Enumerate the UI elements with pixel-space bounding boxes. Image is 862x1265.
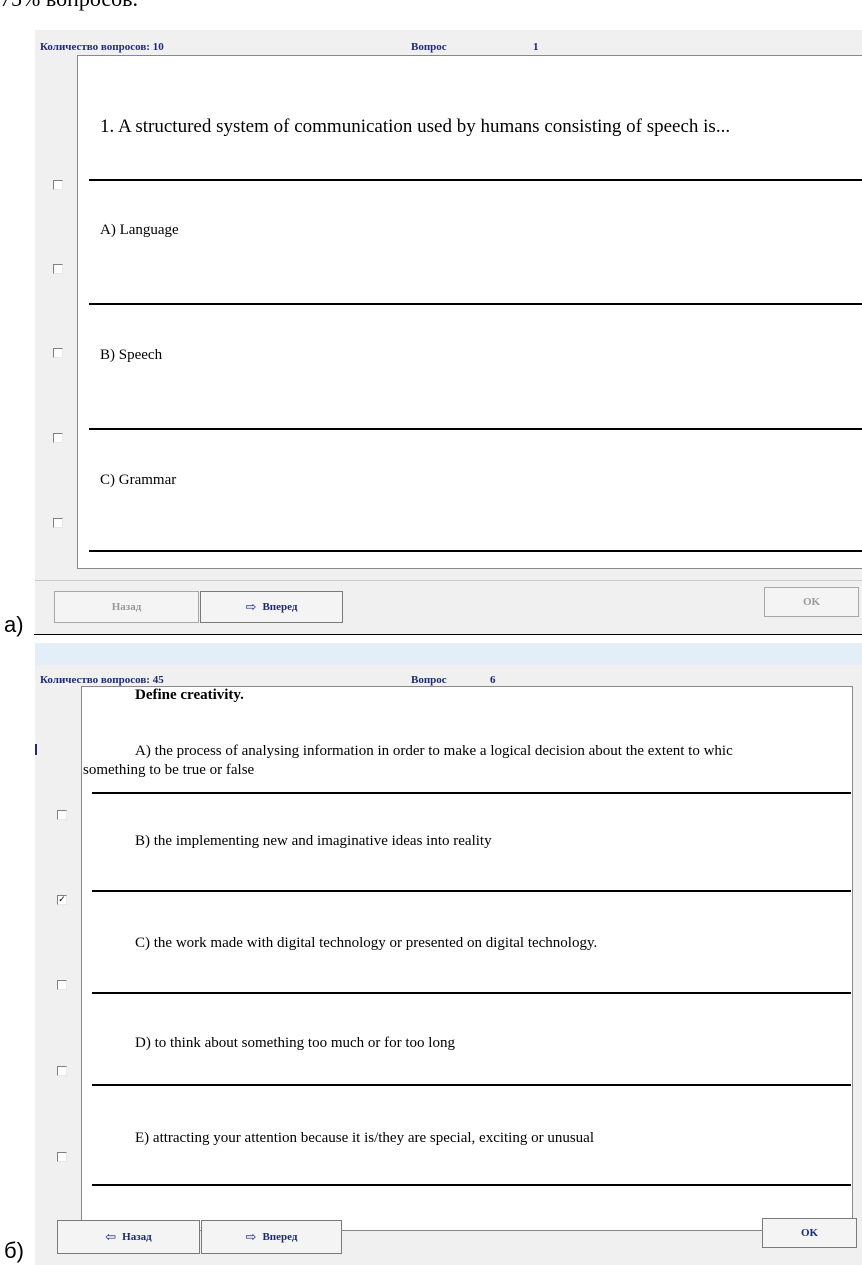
next-button[interactable]: ⇨ Вперед: [201, 1220, 342, 1254]
ok-button[interactable]: OK: [762, 1218, 857, 1248]
answer-checkbox[interactable]: [57, 980, 67, 990]
divider: [92, 792, 851, 794]
divider: [89, 550, 862, 552]
window-title-strip: [35, 643, 862, 665]
back-button-label: Назад: [111, 601, 142, 613]
question-text: 1. A structured system of communication …: [100, 116, 731, 137]
question-number: 1: [533, 41, 539, 53]
answer-option-c: C) the work made with digital technology…: [135, 935, 598, 951]
divider: [89, 428, 862, 430]
answer-checkbox[interactable]: [53, 180, 63, 190]
question-label: Вопрос: [411, 41, 447, 53]
figure-underline: [34, 634, 862, 635]
answer-option-a-line1: A) the process of analysing information …: [135, 743, 733, 759]
question-number: 6: [490, 674, 496, 686]
answer-checkbox[interactable]: [57, 810, 67, 820]
answer-checkbox[interactable]: [57, 1152, 67, 1162]
back-button[interactable]: ⇦ Назад: [57, 1220, 200, 1254]
next-button-label: Вперед: [262, 601, 298, 613]
next-button[interactable]: ⇨ Вперед: [200, 591, 343, 623]
button-bar-divider: [35, 580, 862, 581]
back-button-label: Назад: [122, 1231, 152, 1243]
answer-checkbox[interactable]: [53, 433, 63, 443]
answer-checkbox[interactable]: [53, 264, 63, 274]
answer-option-d: D) to think about something too much or …: [135, 1035, 455, 1051]
checkmark-icon: ✓: [58, 895, 66, 905]
answer-option-b: B) the implementing new and imaginative …: [135, 833, 492, 849]
question-count-label: Количество вопросов: 10: [40, 41, 164, 53]
divider: [92, 992, 851, 994]
left-arrow-icon: ⇦: [105, 1229, 117, 1245]
next-button-label: Вперед: [262, 1231, 298, 1243]
divider: [89, 303, 862, 305]
answer-checkbox-checked[interactable]: ✓: [57, 895, 67, 905]
figure-label-a: а): [4, 612, 24, 637]
back-button[interactable]: Назад: [54, 591, 199, 623]
right-arrow-icon: ⇨: [245, 599, 257, 615]
answer-option-a-line2: something to be true or false: [83, 762, 255, 778]
ok-button-label: OK: [800, 1227, 819, 1239]
page-caption-top: 75% вопросов.: [0, 0, 138, 12]
question-count-label: Количество вопросов: 45: [40, 674, 164, 686]
answer-option-a: A) Language: [100, 222, 179, 238]
ok-button[interactable]: OK: [764, 587, 859, 617]
divider: [92, 1184, 851, 1186]
answer-option-c: C) Grammar: [100, 472, 177, 488]
answer-checkbox[interactable]: [53, 518, 63, 528]
answer-checkbox[interactable]: [57, 1066, 67, 1076]
question-text: Define creativity.: [135, 687, 244, 703]
answer-option-b: B) Speech: [100, 347, 163, 363]
divider: [92, 1084, 851, 1086]
right-arrow-icon: ⇨: [245, 1229, 257, 1245]
divider: [89, 179, 862, 181]
answer-option-e: E) attracting your attention because it …: [135, 1130, 595, 1146]
divider: [92, 890, 851, 892]
question-label: Вопрос: [411, 674, 447, 686]
figure-label-b: б): [4, 1238, 24, 1263]
ok-button-label: OK: [802, 596, 821, 608]
side-tick: [35, 744, 37, 755]
answer-checkbox[interactable]: [53, 348, 63, 358]
